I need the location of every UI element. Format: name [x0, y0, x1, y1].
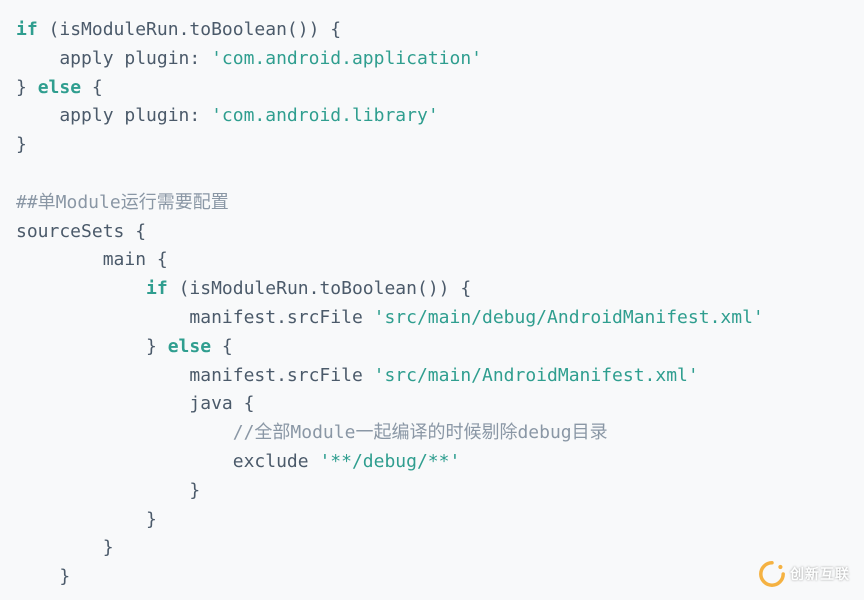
- code-text: }: [16, 480, 200, 501]
- comment: ##单Module运行需要配置: [16, 192, 229, 213]
- code-text: [16, 278, 146, 299]
- code-text: (isModuleRun.toBoolean()) {: [38, 19, 341, 40]
- code-text: }: [16, 537, 114, 558]
- code-text: [16, 422, 233, 443]
- kw-if: if: [146, 278, 168, 299]
- kw-else: else: [168, 336, 211, 357]
- code-text: sourceSets {: [16, 221, 146, 242]
- kw-else: else: [38, 77, 81, 98]
- code-text: }: [16, 509, 157, 530]
- string-literal: 'com.android.library': [211, 105, 439, 126]
- string-literal: '**/debug/**': [319, 451, 460, 472]
- code-text: }: [16, 566, 70, 587]
- code-text: {: [81, 77, 103, 98]
- code-text: }: [16, 77, 38, 98]
- code-text: {: [211, 336, 233, 357]
- code-text: exclude: [16, 451, 319, 472]
- comment: //全部Module一起编译的时候剔除debug目录: [233, 422, 608, 443]
- watermark-text: 创新互联: [790, 563, 850, 585]
- code-text: main {: [16, 249, 168, 270]
- code-text: apply plugin:: [16, 105, 211, 126]
- code-text: manifest.srcFile: [16, 307, 374, 328]
- code-text: apply plugin:: [16, 48, 211, 69]
- code-block: if (isModuleRun.toBoolean()) { apply plu…: [16, 16, 848, 592]
- watermark: 创新互联: [758, 560, 850, 588]
- code-text: (isModuleRun.toBoolean()) {: [168, 278, 471, 299]
- logo-icon: [758, 560, 786, 588]
- string-literal: 'src/main/AndroidManifest.xml': [374, 365, 699, 386]
- code-text: }: [16, 336, 168, 357]
- kw-if: if: [16, 19, 38, 40]
- string-literal: 'com.android.application': [211, 48, 482, 69]
- code-text: manifest.srcFile: [16, 365, 374, 386]
- code-text: java {: [16, 393, 254, 414]
- code-text: }: [16, 134, 27, 155]
- string-literal: 'src/main/debug/AndroidManifest.xml': [374, 307, 764, 328]
